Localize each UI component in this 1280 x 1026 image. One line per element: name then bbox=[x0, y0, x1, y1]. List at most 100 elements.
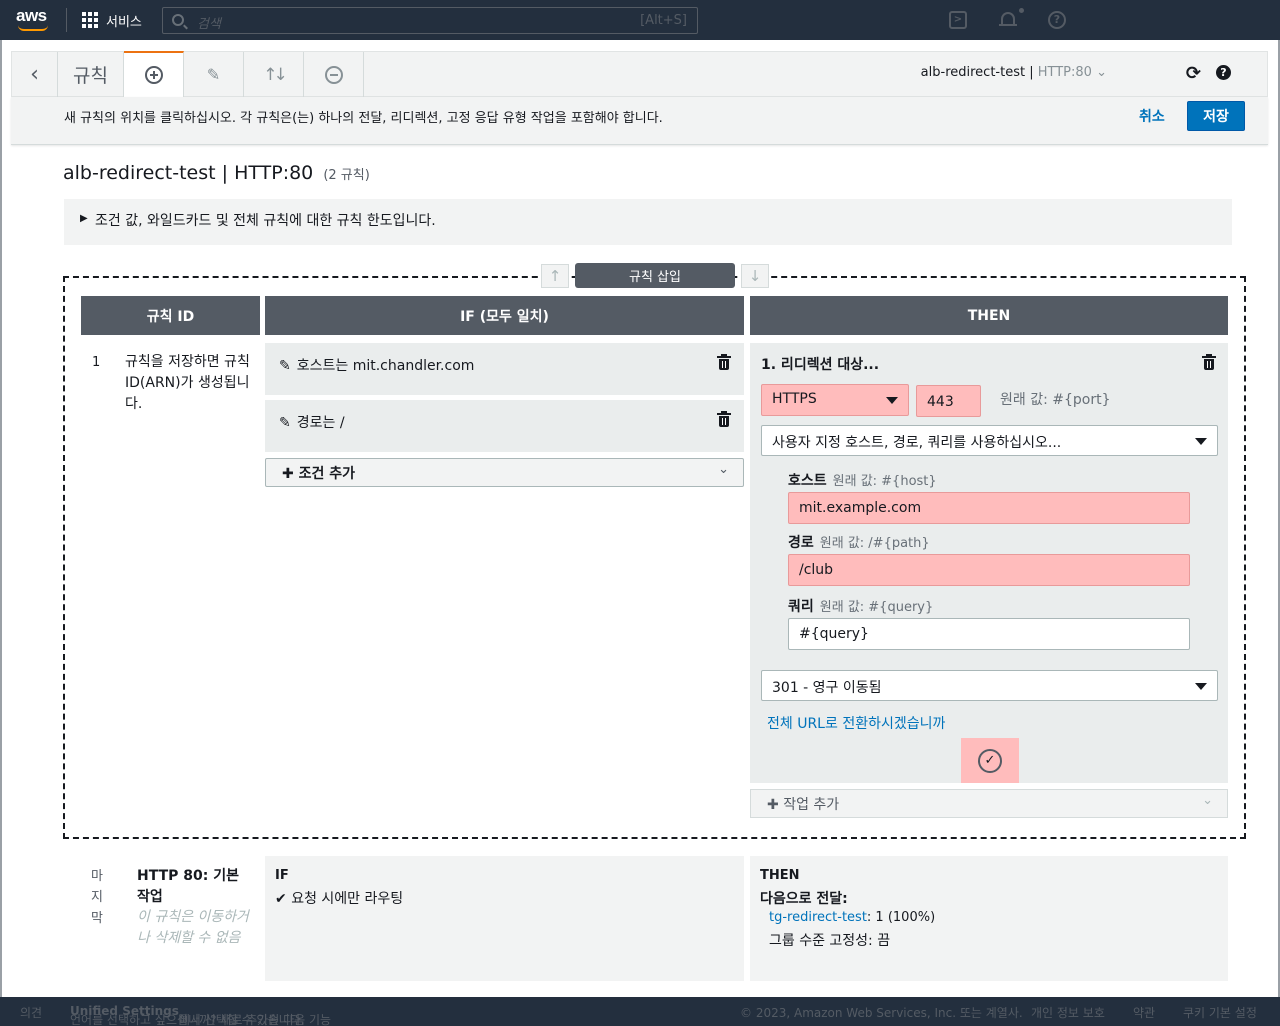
listener-title: alb-redirect-test | HTTP:80 bbox=[63, 162, 314, 184]
trash-icon[interactable] bbox=[717, 354, 731, 370]
port-input[interactable]: 443 bbox=[916, 385, 981, 417]
port-value: 443 bbox=[927, 394, 954, 410]
edit-rule-tab[interactable]: ✎ bbox=[184, 52, 244, 97]
delete-rule-tab[interactable] bbox=[304, 52, 364, 97]
add-action-button[interactable]: ✚ 작업 추가 ⌄ bbox=[750, 789, 1228, 818]
trash-icon[interactable] bbox=[1202, 354, 1216, 370]
chevron-down-icon: ⌄ bbox=[718, 462, 729, 477]
pencil-icon[interactable]: ✎ bbox=[279, 358, 291, 374]
reorder-icon: ↑↓ bbox=[263, 64, 287, 85]
bell-icon[interactable] bbox=[999, 8, 1024, 29]
language-prompt: 언어를 선택하고 싶으십니까? 새로 추가된 다음 기능 Unified Sett… bbox=[70, 1004, 332, 1026]
rule-number: 1 bbox=[92, 355, 101, 370]
trash-icon[interactable] bbox=[717, 411, 731, 427]
search-shortcut: [Alt+S] bbox=[640, 13, 687, 28]
listener-selector[interactable]: alb-redirect-test | HTTP:80 ⌄ bbox=[921, 65, 1107, 80]
default-rule-note: 이 규칙은 이동하거나 삭제할 수 없음 bbox=[137, 909, 249, 946]
rule-limits-expander[interactable]: ▶ 조건 값, 와일드카드 및 전체 규칙에 대한 규칙 한도입니다. bbox=[64, 199, 1232, 245]
protocol-value: HTTPS bbox=[772, 391, 817, 407]
path-value: /club bbox=[799, 562, 834, 578]
services-menu[interactable]: 서비스 bbox=[82, 10, 142, 30]
arrow-down-icon[interactable]: ↓ bbox=[741, 264, 769, 288]
add-action-label: 작업 추가 bbox=[783, 797, 840, 813]
back-icon: ‹ bbox=[30, 62, 39, 87]
target-group-link[interactable]: tg-redirect-test bbox=[769, 910, 867, 925]
add-rule-tab[interactable] bbox=[124, 51, 184, 97]
condition-path[interactable]: ✎ 경로는 / bbox=[265, 400, 744, 452]
footer: 의견 언어를 선택하고 싶으십니까? 새로 추가된 다음 기능 Unified S… bbox=[0, 997, 1280, 1026]
save-button[interactable]: 저장 bbox=[1187, 101, 1245, 131]
query-input[interactable]: #{query} bbox=[788, 618, 1190, 650]
if-value: ✔ 요청 시에만 라우팅 bbox=[275, 891, 404, 907]
path-input[interactable]: /club bbox=[788, 554, 1190, 586]
target-group-weight: : 1 (100%) bbox=[866, 910, 936, 925]
add-condition-button[interactable]: ✚ 조건 추가 ⌄ bbox=[265, 458, 744, 487]
target-group-entry: tg-redirect-test: 1 (100%) bbox=[769, 910, 935, 925]
cookie-preferences-link[interactable]: 쿠키 기본 설정 bbox=[1183, 1004, 1257, 1021]
default-rule-then: THEN 다음으로 전달: tg-redirect-test: 1 (100%)… bbox=[750, 856, 1228, 981]
default-rule-position: 마지막 bbox=[91, 869, 103, 926]
cancel-button[interactable]: 취소 bbox=[1139, 106, 1165, 126]
if-label: IF bbox=[275, 868, 289, 883]
caret-down-icon bbox=[1195, 438, 1207, 445]
refresh-icon[interactable]: ⟳ bbox=[1186, 63, 1201, 84]
page-title: alb-redirect-test | HTTP:80 (2 규칙) bbox=[63, 162, 370, 184]
plus-icon: ✚ bbox=[282, 466, 299, 482]
destination-mode-select[interactable]: 사용자 지정 호스트, 경로, 쿼리를 사용하십시오... bbox=[761, 425, 1218, 456]
column-if: IF (모두 일치) bbox=[265, 296, 744, 335]
action-title: 1. 리디렉션 대상... bbox=[761, 357, 880, 373]
rules-toolbar: ‹ 규칙 ✎ ↑↓ alb-redirect-test | HTTP:80 ⌄ … bbox=[11, 51, 1268, 97]
copyright: © 2023, Amazon Web Services, Inc. 또는 계열사… bbox=[740, 1006, 1023, 1020]
cloudshell-icon[interactable]: > bbox=[949, 11, 967, 29]
check-icon: ✓ bbox=[978, 748, 1002, 773]
status-code-value: 301 - 영구 이동됨 bbox=[772, 680, 882, 696]
stickiness-status: 그룹 수준 고정성: 끔 bbox=[769, 933, 891, 949]
rule-limits-label: 조건 값, 와일드카드 및 전체 규칙에 대한 규칙 한도입니다. bbox=[95, 213, 436, 229]
plus-icon: ✚ bbox=[767, 797, 784, 813]
port-original-hint: 원래 값: #{port} bbox=[1000, 392, 1111, 408]
edit-icon: ✎ bbox=[206, 65, 221, 84]
query-label: 쿼리 원래 값: #{query} bbox=[788, 599, 934, 615]
then-label: THEN bbox=[760, 868, 800, 883]
delete-icon bbox=[324, 65, 343, 84]
status-code-select[interactable]: 301 - 영구 이동됨 bbox=[761, 670, 1218, 701]
feedback-link[interactable]: 의견 bbox=[20, 1004, 42, 1021]
query-original-hint: 원래 값: #{query} bbox=[819, 600, 934, 615]
arrow-up-icon[interactable]: ↑ bbox=[541, 264, 569, 288]
host-value: mit.example.com bbox=[799, 500, 922, 516]
rule-id-note: 규칙을 저장하면 규칙 ID(ARN)가 생성됩니다. bbox=[125, 354, 250, 412]
privacy-link[interactable]: 개인 정보 보호 bbox=[1031, 1004, 1105, 1021]
top-navigation: aws 서비스 검색 [Alt+S] > ? bbox=[0, 0, 1280, 40]
add-condition-label: 조건 추가 bbox=[298, 466, 356, 482]
confirm-action-button[interactable]: ✓ bbox=[961, 738, 1019, 783]
nav-divider bbox=[66, 8, 67, 32]
reorder-rule-tab[interactable]: ↑↓ bbox=[244, 52, 304, 97]
caret-down-icon bbox=[1195, 683, 1207, 690]
redirect-action-panel: 1. 리디렉션 대상... HTTPS 443 원래 값: #{port} 사용… bbox=[750, 343, 1228, 783]
terms-link[interactable]: 약관 bbox=[1133, 1004, 1155, 1021]
protocol-select[interactable]: HTTPS bbox=[761, 384, 909, 416]
column-rule-id: 규칙 ID bbox=[81, 296, 260, 335]
rule-count: (2 규칙) bbox=[323, 168, 370, 183]
search-input[interactable]: 검색 [Alt+S] bbox=[162, 7, 698, 34]
chevron-down-icon: ⌄ bbox=[1096, 65, 1107, 80]
aws-logo[interactable]: aws bbox=[16, 6, 52, 34]
pencil-icon[interactable]: ✎ bbox=[279, 415, 291, 431]
listener-port: HTTP:80 bbox=[1037, 65, 1092, 80]
forward-label: 다음으로 전달: bbox=[760, 891, 848, 907]
back-button[interactable]: ‹ bbox=[12, 52, 58, 97]
host-input[interactable]: mit.example.com bbox=[788, 492, 1190, 524]
insert-rule-button[interactable]: 규칙 삽입 bbox=[575, 263, 735, 288]
chevron-down-icon: ⌄ bbox=[1202, 793, 1213, 808]
condition-label: 경로는 / bbox=[296, 415, 345, 431]
path-original-hint: 원래 값: /#{path} bbox=[819, 536, 930, 551]
full-url-link[interactable]: 전체 URL로 전환하시겠습니까 bbox=[767, 713, 945, 733]
help-icon[interactable]: ? bbox=[1216, 65, 1231, 80]
listener-name: alb-redirect-test bbox=[920, 65, 1026, 80]
aws-smile-icon bbox=[18, 25, 48, 31]
condition-host[interactable]: ✎ 호스트는 mit.chandler.com bbox=[265, 343, 744, 395]
services-label: 서비스 bbox=[106, 14, 142, 30]
listener-separator: | bbox=[1029, 65, 1034, 80]
check-icon: ✔ bbox=[275, 891, 292, 907]
help-icon[interactable]: ? bbox=[1048, 11, 1066, 29]
